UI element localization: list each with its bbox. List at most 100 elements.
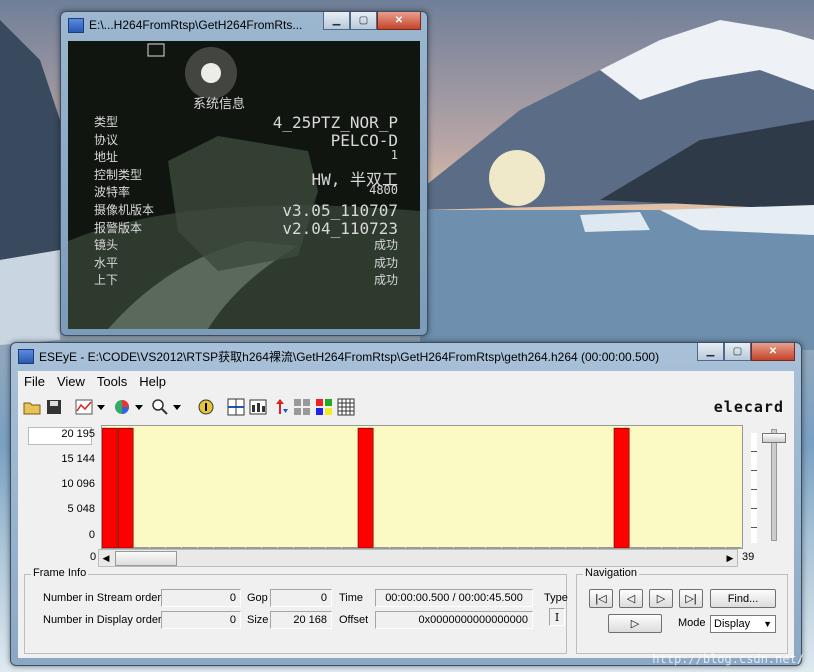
minimize-button[interactable]: ▁: [697, 343, 724, 361]
scroll-thumb[interactable]: [115, 551, 177, 566]
chevron-down-icon[interactable]: [96, 397, 106, 417]
frame-bar[interactable]: [710, 547, 726, 548]
frame-bar[interactable]: [678, 547, 694, 548]
frame-bar[interactable]: [374, 547, 390, 548]
menu-file[interactable]: File: [18, 371, 51, 391]
frame-bar[interactable]: [294, 547, 310, 548]
offset-field: 0x0000000000000000: [375, 611, 533, 629]
osd-value: 4800: [369, 183, 398, 198]
horizontal-scrollbar[interactable]: ◀ ▶: [98, 549, 738, 567]
frame-bar[interactable]: [310, 547, 326, 548]
next-frame-button[interactable]: ▷: [649, 589, 673, 608]
frame-bar[interactable]: [662, 547, 678, 548]
frame-bar[interactable]: [166, 547, 182, 548]
frame-bar[interactable]: [262, 547, 278, 548]
menu-help[interactable]: Help: [133, 371, 172, 391]
elecard-logo: elecard: [713, 398, 784, 416]
frame-bar[interactable]: [278, 547, 294, 548]
frame-bar[interactable]: [182, 547, 198, 548]
frame-bar[interactable]: [357, 427, 374, 548]
menu-view[interactable]: View: [51, 371, 91, 391]
info-icon[interactable]: [196, 397, 216, 417]
frame-bar[interactable]: [646, 547, 662, 548]
frame-bar[interactable]: [726, 547, 742, 548]
frame-bar[interactable]: [230, 547, 246, 548]
frame-bar[interactable]: [422, 547, 438, 548]
frame-bar[interactable]: [214, 547, 230, 548]
mesh-icon[interactable]: [336, 397, 356, 417]
frame-bar[interactable]: [534, 547, 550, 548]
maximize-button[interactable]: ▢: [350, 12, 377, 30]
zoom-icon[interactable]: [150, 397, 170, 417]
color-wheel-icon[interactable]: [112, 397, 132, 417]
frame-bar[interactable]: [613, 427, 630, 548]
slider-ticks: [751, 433, 757, 543]
open-folder-icon[interactable]: [22, 397, 42, 417]
frame-bar[interactable]: [502, 547, 518, 548]
grid-lines-icon[interactable]: [226, 397, 246, 417]
first-frame-button[interactable]: |◁: [589, 589, 613, 608]
frame-bar[interactable]: [470, 547, 486, 548]
frame-bar[interactable]: [134, 547, 150, 548]
scroll-right-arrow-icon[interactable]: ▶: [723, 550, 737, 566]
frame-bar[interactable]: [117, 427, 134, 548]
scroll-left-arrow-icon[interactable]: ◀: [99, 550, 113, 566]
chevron-down-icon[interactable]: [134, 397, 144, 417]
blocks-icon[interactable]: [292, 397, 312, 417]
watermark: http://blog.csdn.net/: [652, 652, 804, 666]
osd-value: 1: [390, 148, 398, 163]
color-blocks-icon[interactable]: [314, 397, 334, 417]
minimize-button[interactable]: ▁: [323, 12, 350, 30]
arrows-icon[interactable]: [270, 397, 290, 417]
frame-bar[interactable]: [566, 547, 582, 548]
table-icon[interactable]: [248, 397, 268, 417]
video-titlebar[interactable]: E:\...H264FromRtsp\GetH264FromRts... ▁ ▢…: [61, 12, 427, 38]
frame-bar[interactable]: [198, 547, 214, 548]
frame-bar[interactable]: [326, 547, 342, 548]
osd-label: 镜头: [94, 238, 119, 253]
y-tick-label: 5 048: [67, 503, 95, 515]
previous-frame-button[interactable]: ◁: [619, 589, 643, 608]
display-order-field: 0: [161, 611, 241, 629]
osd-value: v2.04_110723: [282, 218, 398, 238]
close-button[interactable]: ✕: [751, 343, 795, 361]
frame-bar[interactable]: [102, 427, 118, 548]
graph-icon[interactable]: [74, 397, 94, 417]
menu-tools[interactable]: Tools: [91, 371, 133, 391]
frame-bar[interactable]: [246, 547, 262, 548]
frame-bar[interactable]: [342, 547, 358, 548]
frame-bar[interactable]: [438, 547, 454, 548]
mode-select[interactable]: Display ▼: [710, 615, 776, 633]
frame-bar[interactable]: [486, 547, 502, 548]
frame-bar[interactable]: [582, 547, 598, 548]
maximize-button[interactable]: ▢: [724, 343, 751, 361]
time-label: Time: [339, 592, 364, 604]
frame-bar[interactable]: [150, 547, 166, 548]
save-icon[interactable]: [44, 397, 64, 417]
plot-area[interactable]: [101, 425, 743, 549]
frame-bar[interactable]: [630, 547, 646, 548]
eseye-client-area: File View Tools Help elecard 20 195 15 1…: [18, 371, 794, 658]
frame-bar[interactable]: [694, 547, 710, 548]
menu-bar: File View Tools Help: [18, 371, 794, 391]
y-axis: 20 195 15 144 10 096 5 048 0: [24, 425, 99, 547]
osd-label: 类型: [94, 115, 119, 129]
frame-bar[interactable]: [390, 547, 406, 548]
slider-thumb[interactable]: [762, 433, 786, 443]
frame-bar[interactable]: [598, 547, 614, 548]
chevron-down-icon[interactable]: [172, 397, 182, 417]
osd-label: 控制类型: [94, 167, 143, 182]
frame-type-field: I: [549, 608, 565, 626]
close-button[interactable]: ✕: [377, 12, 421, 30]
frame-bar[interactable]: [550, 547, 566, 548]
offset-label: Offset: [339, 614, 369, 626]
find-button[interactable]: Find...: [710, 589, 776, 608]
y-tick-label: 0: [88, 529, 95, 541]
last-frame-button[interactable]: ▷|: [679, 589, 703, 608]
frame-bar[interactable]: [518, 547, 534, 548]
zoom-slider[interactable]: [751, 425, 791, 547]
frame-bar[interactable]: [454, 547, 470, 548]
frame-bar[interactable]: [406, 547, 422, 548]
play-button[interactable]: ▷: [608, 614, 662, 633]
frame-size-chart: 20 195 15 144 10 096 5 048 0: [24, 425, 743, 549]
